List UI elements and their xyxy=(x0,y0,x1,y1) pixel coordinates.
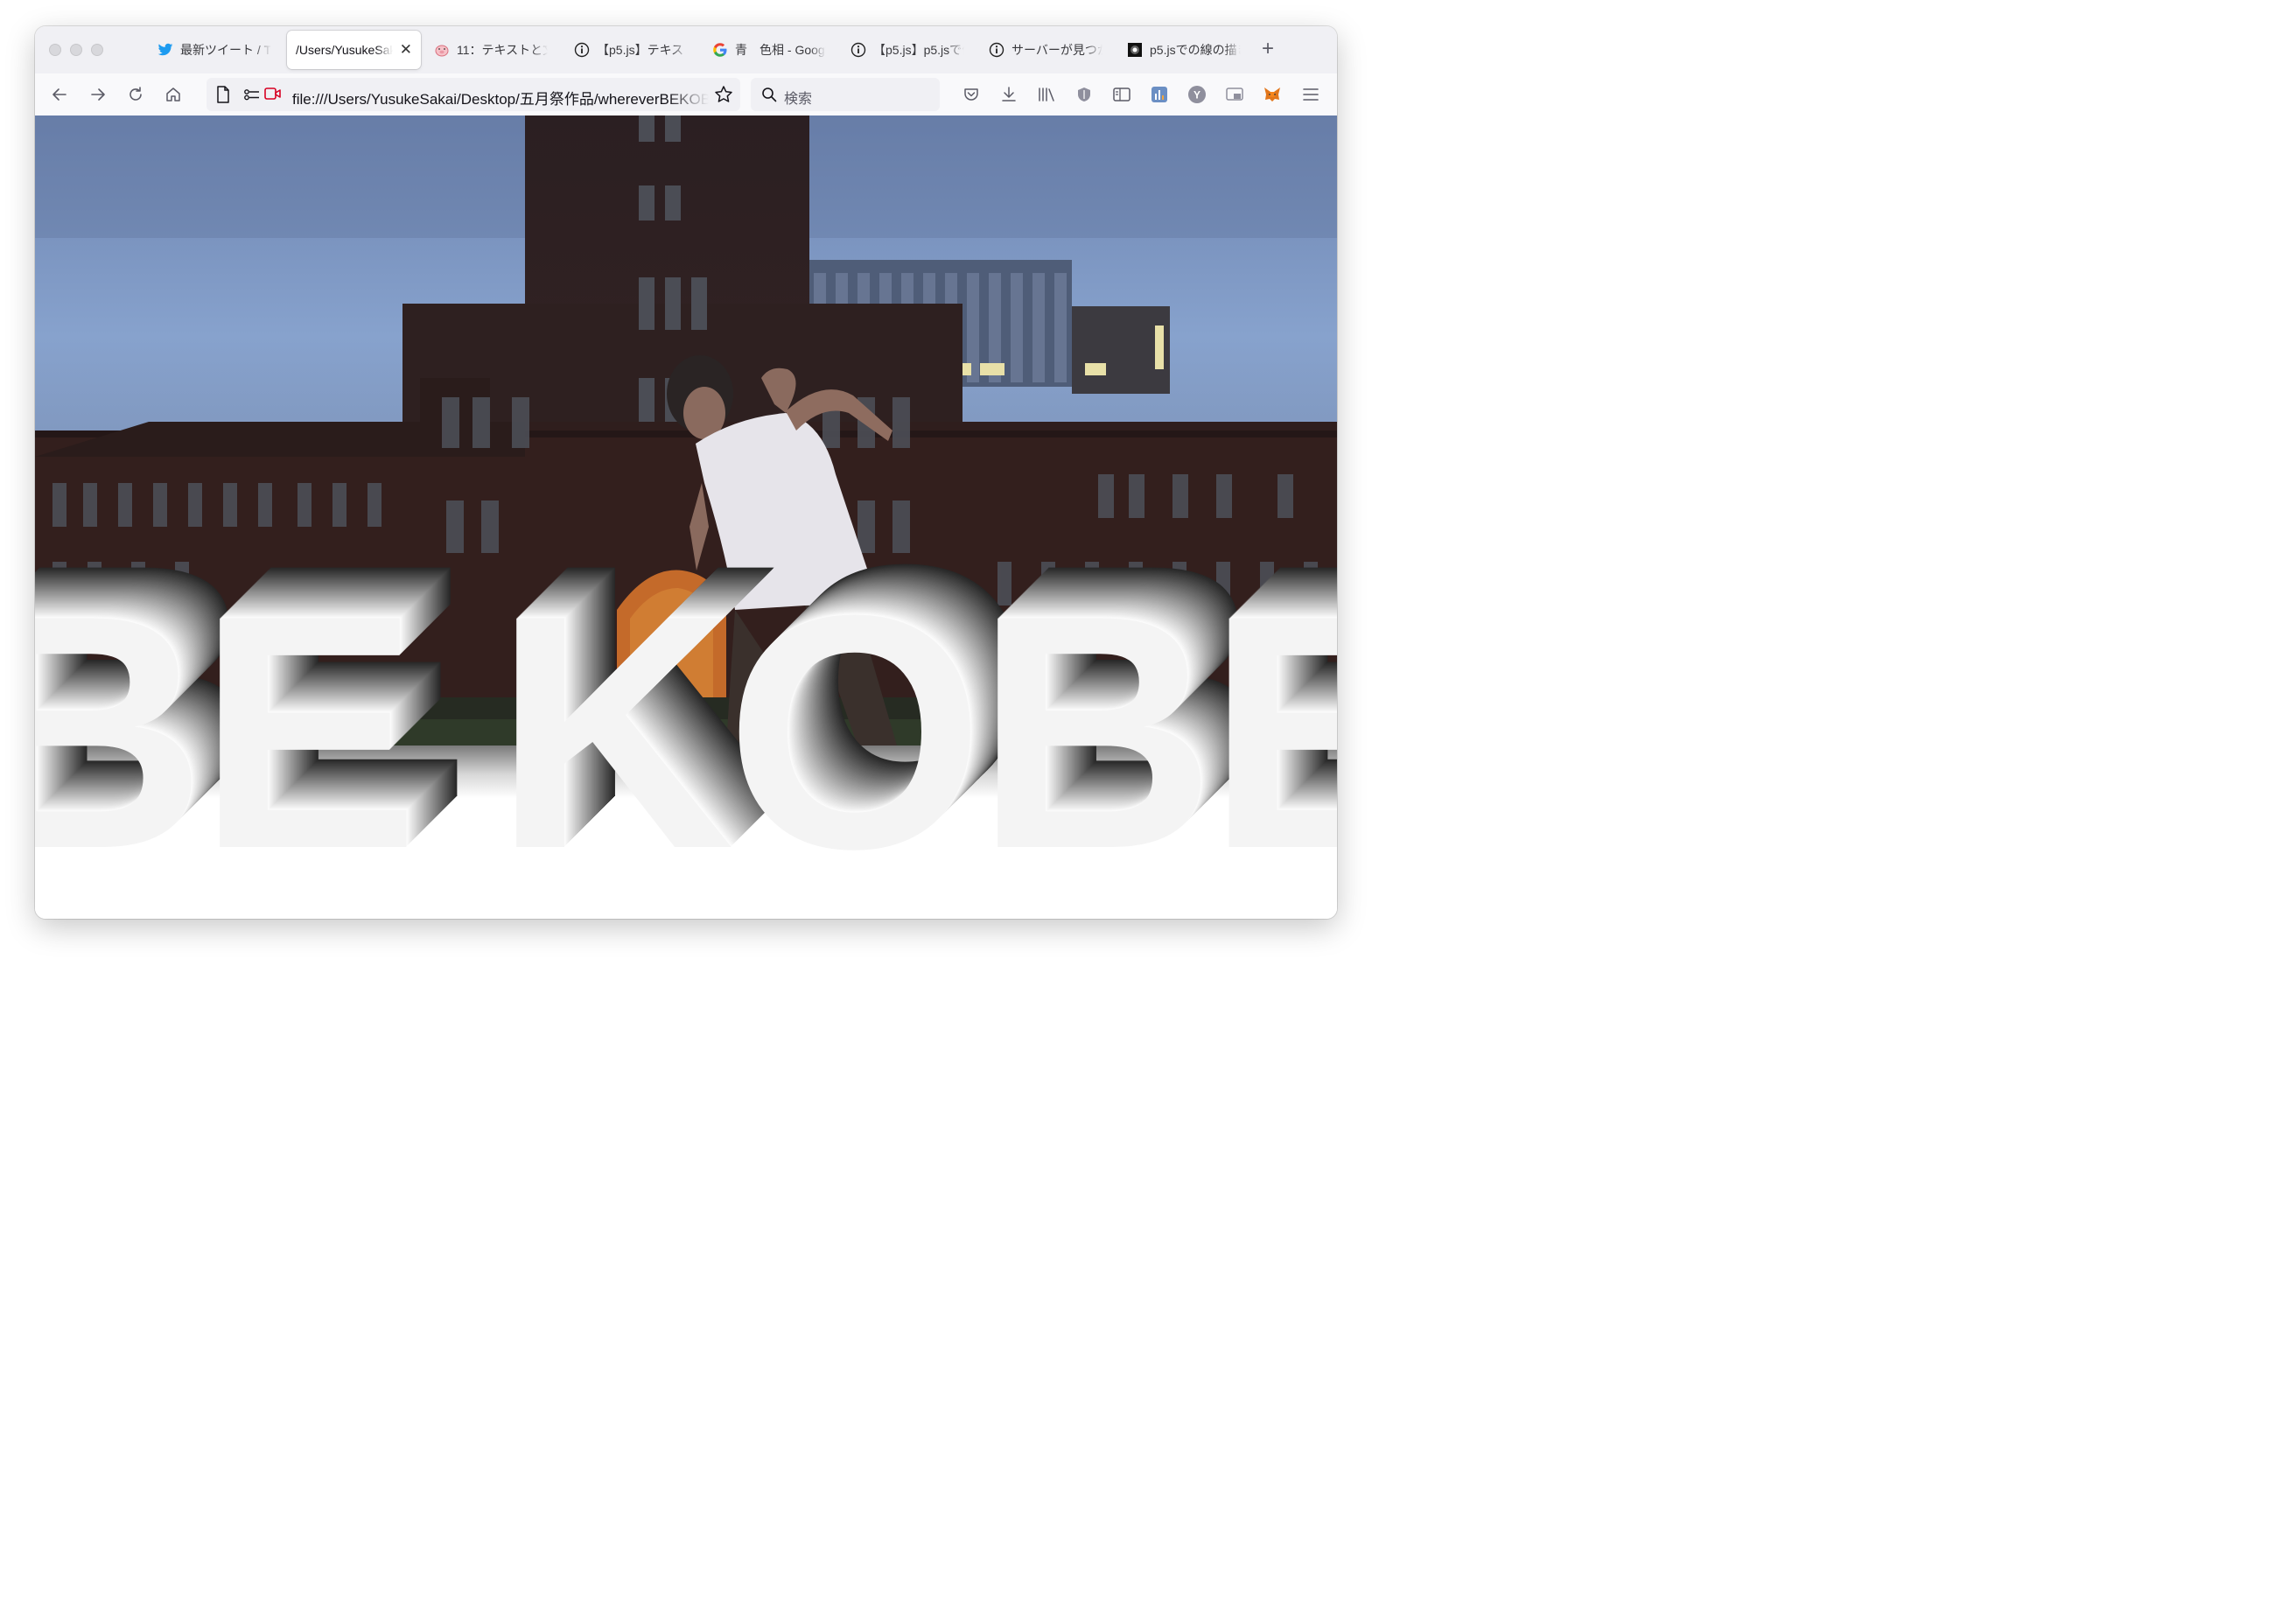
page-canvas[interactable]: BE KOBEBE KOBEBE KOBEBE KOBEBE KOBEBE KO… xyxy=(35,116,1337,919)
tab-text-tutorial[interactable]: 11：テキストと文字 xyxy=(425,31,556,69)
search-placeholder: 検索 xyxy=(784,92,813,107)
new-tab-icon[interactable]: + xyxy=(1262,38,1274,60)
address-bar[interactable]: file:///Users/YusukeSakai/Desktop/五月祭作品/… xyxy=(206,78,740,111)
info-circle-icon xyxy=(850,42,866,58)
tab-strip: 最新ツイート / Twitter /Users/YusukeSakai ✕ 11… xyxy=(35,26,1337,74)
headline-3d-text: BE KOBEBE KOBEBE KOBEBE KOBEBE KOBEBE KO… xyxy=(35,495,1337,918)
minimize-window-button[interactable] xyxy=(70,44,82,56)
tab-p5js-text[interactable]: 【p5.js】テキスト xyxy=(565,31,696,69)
headline-face-text: BE KOBE xyxy=(35,546,1337,918)
tab-server-not-found[interactable]: サーバーが見つか xyxy=(980,31,1111,69)
info-circle-icon xyxy=(574,42,590,58)
window-controls xyxy=(49,44,103,56)
picture-in-picture-icon[interactable] xyxy=(1222,82,1247,107)
tab-label: サーバーが見つか xyxy=(1012,43,1102,57)
metamask-fox-icon[interactable] xyxy=(1260,82,1284,107)
svg-text:Y: Y xyxy=(1194,89,1200,102)
sidebar-icon[interactable] xyxy=(1110,82,1134,107)
tab-twitter[interactable]: 最新ツイート / Twitter xyxy=(149,31,280,69)
tab-p5js-lines[interactable]: p5.jsでの線の描き xyxy=(1118,31,1250,69)
zoom-window-button[interactable] xyxy=(91,44,103,56)
permissions-icon[interactable] xyxy=(243,87,261,107)
forward-arrow-icon[interactable] xyxy=(86,82,110,107)
tab-label: 青 色相 - Google xyxy=(735,43,826,57)
info-circle-icon xyxy=(989,42,1004,58)
navigation-toolbar: file:///Users/YusukeSakai/Desktop/五月祭作品/… xyxy=(35,74,1337,116)
bookmark-star-icon[interactable] xyxy=(714,85,733,108)
hamburger-menu-icon[interactable] xyxy=(1298,82,1323,107)
page-icon xyxy=(215,86,231,108)
twitter-bird-icon xyxy=(158,42,173,58)
downloads-icon[interactable] xyxy=(997,82,1021,107)
tab-google-search[interactable]: 青 色相 - Google xyxy=(704,31,835,69)
close-window-button[interactable] xyxy=(49,44,61,56)
browser-window: 最新ツイート / Twitter /Users/YusukeSakai ✕ 11… xyxy=(35,26,1337,919)
dark-square-icon xyxy=(1127,42,1143,58)
search-box[interactable]: 検索 xyxy=(751,78,940,111)
reload-icon[interactable] xyxy=(123,82,148,107)
tab-label: 【p5.js】テキスト xyxy=(597,43,688,57)
pig-icon xyxy=(434,42,450,58)
stats-extension-icon[interactable] xyxy=(1147,82,1172,107)
tab-label: 【p5.js】p5.jsで何 xyxy=(873,43,964,57)
tab-local-file[interactable]: /Users/YusukeSakai ✕ xyxy=(287,31,421,69)
camera-sharing-icon[interactable] xyxy=(264,86,282,106)
y-extension-icon[interactable]: Y xyxy=(1185,82,1209,107)
tab-p5js-howto[interactable]: 【p5.js】p5.jsで何 xyxy=(842,31,973,69)
tab-label: p5.jsでの線の描き xyxy=(1150,43,1241,57)
tab-label: /Users/YusukeSakai xyxy=(296,43,393,57)
search-icon xyxy=(761,87,777,107)
tab-label: 11：テキストと文字 xyxy=(457,43,548,57)
close-tab-icon[interactable]: ✕ xyxy=(400,41,412,59)
library-icon[interactable] xyxy=(1034,82,1059,107)
back-arrow-icon[interactable] xyxy=(47,82,72,107)
google-g-icon xyxy=(712,42,728,58)
url-text[interactable]: file:///Users/YusukeSakai/Desktop/五月祭作品/… xyxy=(292,87,709,108)
tab-label: 最新ツイート / Twitter xyxy=(180,43,271,57)
shield-icon[interactable] xyxy=(1072,82,1096,107)
home-icon[interactable] xyxy=(161,82,186,107)
pocket-icon[interactable] xyxy=(959,82,984,107)
